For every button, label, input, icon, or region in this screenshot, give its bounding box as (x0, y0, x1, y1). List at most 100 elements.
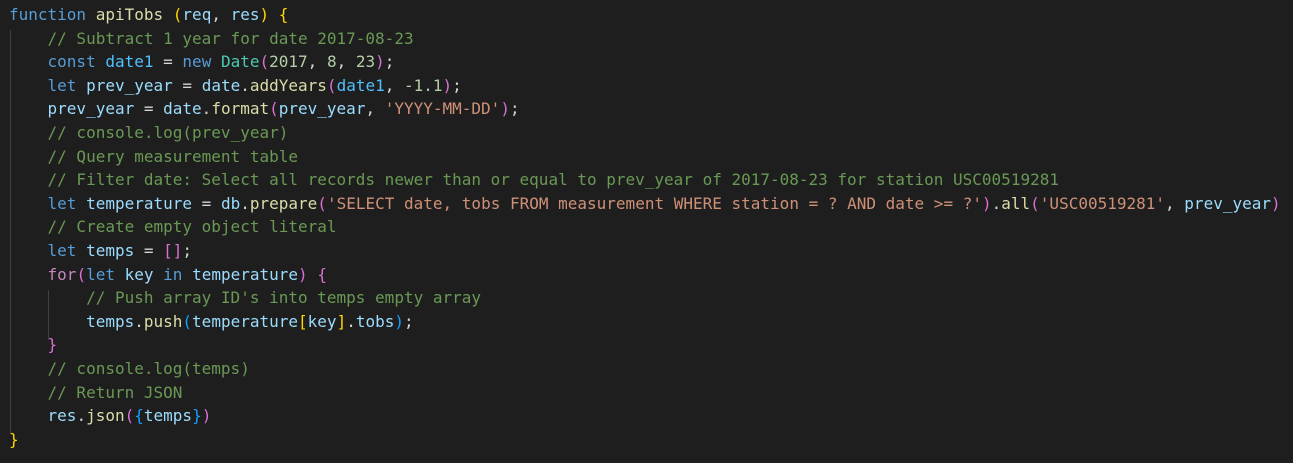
code-token: temperature (86, 193, 193, 213)
code-token: ( (259, 52, 270, 72)
code-token: in (163, 264, 183, 284)
code-token: temps (143, 406, 193, 426)
code-token: ) (1271, 193, 1281, 213)
code-token: ) (375, 52, 385, 72)
code-token: let (47, 240, 77, 260)
code-token: , (1165, 193, 1185, 213)
code-token: prev_year (86, 75, 173, 95)
code-token: json (86, 406, 125, 426)
code-token: ) (259, 5, 270, 24)
code-token: all (1001, 193, 1031, 213)
code-token: db (220, 193, 241, 213)
code-line-8[interactable]: // Filter date: Select all records newer… (9, 168, 1281, 192)
code-token: = (134, 240, 164, 260)
code-token: } (47, 335, 58, 355)
code-line-9[interactable]: let temperature = db.prepare('SELECT dat… (9, 192, 1281, 216)
code-line-17[interactable]: // Return JSON (9, 381, 1281, 405)
code-line-5[interactable]: prev_year = date.format(prev_year, 'YYYY… (9, 97, 1281, 121)
code-token: , (365, 99, 385, 119)
code-token: ( (182, 311, 193, 331)
code-line-15[interactable]: } (9, 333, 1281, 357)
code-line-1[interactable]: function apiTobs (req, res) { (9, 3, 1281, 27)
code-token: prepare (249, 193, 318, 213)
code-token: Date (220, 52, 260, 72)
code-token: , (336, 52, 356, 72)
code-line-10[interactable]: // Create empty object literal (9, 215, 1281, 239)
code-token: // Subtract 1 year for date 2017-08-23 (47, 28, 414, 48)
code-token: const (47, 52, 96, 72)
code-line-7[interactable]: // Query measurement table (9, 145, 1281, 169)
code-token: 2017 (269, 52, 308, 72)
code-line-13[interactable]: // Push array ID's into temps empty arra… (9, 286, 1281, 310)
code-token: key (307, 311, 337, 331)
code-line-2[interactable]: // Subtract 1 year for date 2017-08-23 (9, 27, 1281, 51)
code-token: = (192, 193, 221, 213)
code-token: = (172, 75, 202, 95)
code-line-4[interactable]: let prev_year = date.addYears(date1, -1.… (9, 74, 1281, 98)
code-token: // console.log(temps) (47, 358, 250, 378)
code-line-3[interactable]: const date1 = new Date(2017, 8, 23); (9, 50, 1281, 74)
code-token: ) (442, 75, 453, 95)
code-token: date (201, 75, 241, 95)
code-token: push (143, 311, 183, 331)
code-token: temps (86, 311, 135, 331)
code-token: let (47, 75, 77, 95)
code-line-6[interactable]: // console.log(prev_year) (9, 121, 1281, 145)
code-token: res (230, 5, 260, 24)
code-token: -1.1 (404, 75, 443, 95)
code-token: prev_year (278, 99, 366, 119)
code-token: { (317, 264, 327, 284)
code-token: temps (86, 240, 135, 260)
code-block[interactable]: function apiTobs (req, res) { // Subtrac… (9, 3, 1281, 451)
code-token: , (211, 5, 231, 24)
code-line-11[interactable]: let temps = []; (9, 239, 1281, 263)
code-token: . (240, 193, 250, 213)
code-token: addYears (249, 75, 327, 95)
code-token: } (9, 429, 19, 449)
code-token: ; (384, 52, 395, 72)
code-token: res (47, 406, 77, 426)
code-line-18[interactable]: res.json({temps}) (9, 404, 1281, 428)
code-line-12[interactable]: for(let key in temperature) { (9, 263, 1281, 287)
code-token: , (307, 52, 327, 72)
code-token: // Push array ID's into temps empty arra… (86, 288, 482, 308)
code-token: req (182, 5, 212, 24)
code-token: date1 (336, 75, 385, 95)
code-token: for (47, 264, 77, 284)
code-token: ; (452, 75, 462, 95)
code-line-16[interactable]: // console.log(temps) (9, 357, 1281, 381)
code-token: [ (298, 311, 308, 331)
code-token: = (134, 99, 164, 119)
code-token: ( (326, 75, 337, 95)
code-token: let (47, 193, 77, 213)
code-token: // console.log(prev_year) (47, 122, 289, 142)
code-token: date (163, 99, 202, 119)
code-token: key (124, 264, 154, 284)
code-token: . (991, 193, 1002, 213)
code-token: ( (269, 99, 279, 119)
code-token: // Query measurement table (47, 146, 298, 166)
code-token: ) (500, 99, 510, 119)
code-line-14[interactable]: temps.push(temperature[key].tobs); (9, 310, 1281, 334)
code-editor[interactable]: function apiTobs (req, res) { // Subtrac… (0, 0, 1293, 463)
code-token: 'USC00519281' (1039, 193, 1166, 213)
code-token: = (153, 52, 183, 72)
code-token: temperature (192, 264, 299, 284)
code-line-19[interactable]: } (9, 428, 1281, 452)
